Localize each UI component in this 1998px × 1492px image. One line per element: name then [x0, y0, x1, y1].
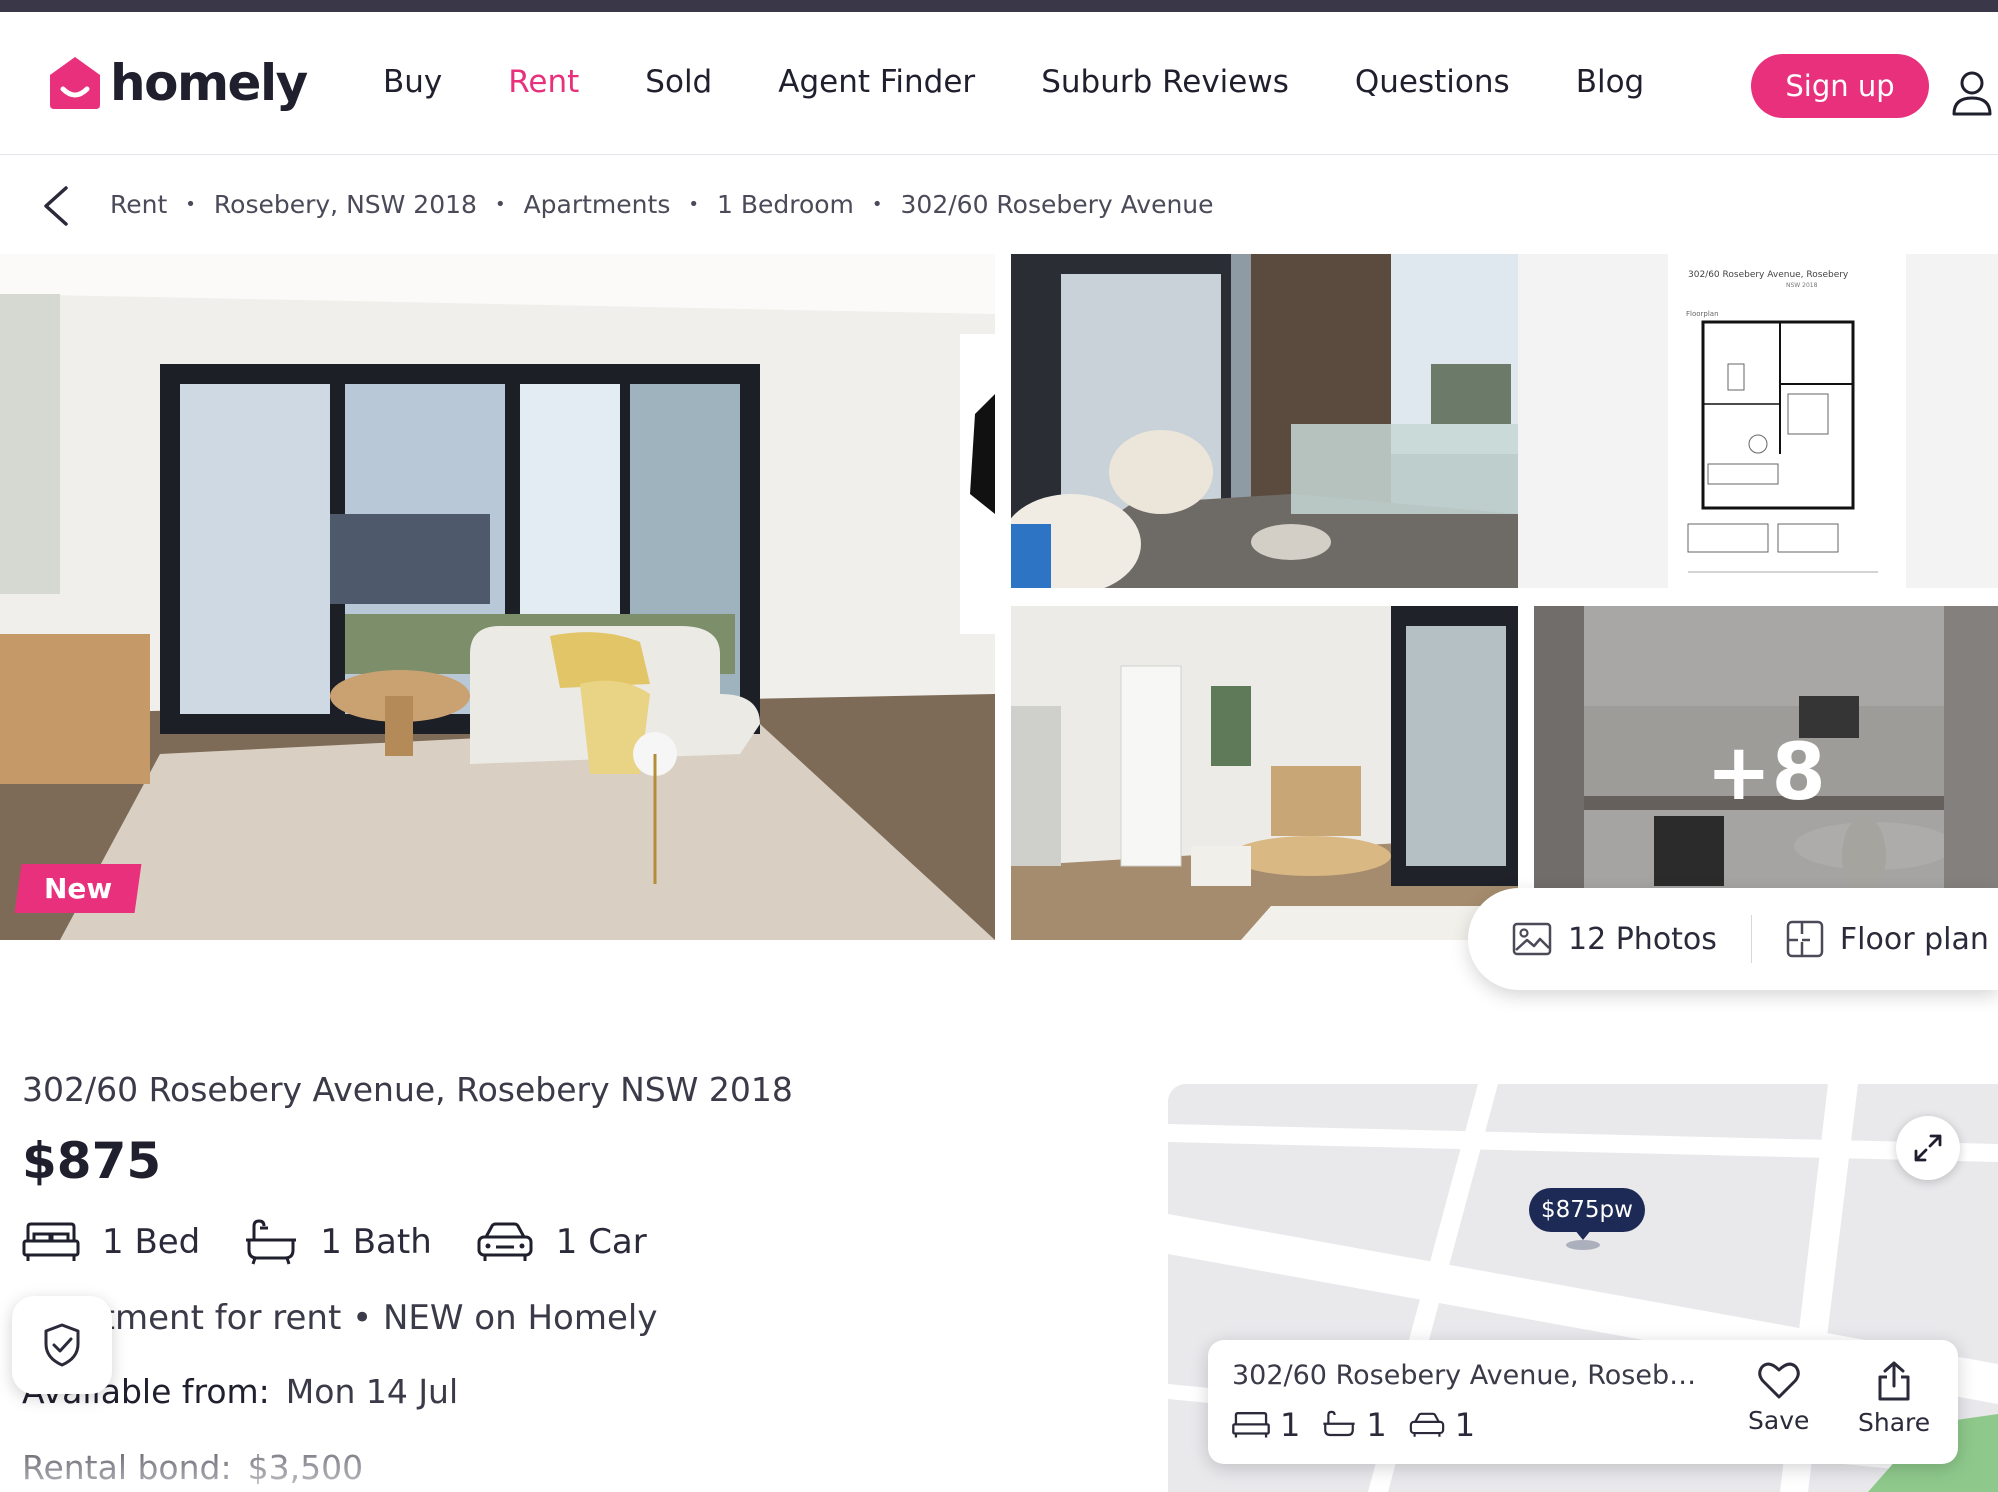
breadcrumb-rent[interactable]: Rent [110, 190, 167, 219]
rental-bond-label: Rental bond: [22, 1448, 232, 1487]
nav-buy[interactable]: Buy [383, 64, 442, 100]
photos-label: 12 Photos [1568, 921, 1717, 957]
map-expand-button[interactable] [1896, 1116, 1960, 1180]
floorplan-sheet: 302/60 Rosebery Avenue, Rosebery NSW 201… [1668, 254, 1906, 588]
safety-shield-button[interactable] [12, 1296, 112, 1394]
bed-icon [1232, 1412, 1270, 1438]
save-label: Save [1748, 1406, 1810, 1435]
interior-image [1011, 606, 1518, 940]
heart-icon [1757, 1362, 1800, 1399]
beds-label: 1 Bed [102, 1222, 201, 1262]
cars-label: 1 Car [555, 1222, 647, 1262]
brand-name: homely [110, 54, 308, 112]
nav-sold[interactable]: Sold [645, 64, 712, 100]
breadcrumb-separator: • [494, 194, 506, 215]
homely-house-icon [50, 57, 100, 109]
map-card-baths: 1 [1322, 1406, 1387, 1444]
bed-icon [22, 1222, 80, 1261]
photo-balcony[interactable] [1011, 254, 1518, 588]
map-card-cars: 1 [1409, 1406, 1475, 1444]
photo-interior[interactable] [1011, 606, 1518, 940]
map-pin-shadow [1566, 1240, 1600, 1250]
share-icon [1878, 1361, 1910, 1401]
map-pin-tail [1574, 1229, 1592, 1240]
expand-icon [1914, 1134, 1942, 1162]
car-icon [1409, 1412, 1444, 1437]
living-room-image [0, 254, 995, 940]
photos-button[interactable]: 12 Photos [1512, 922, 1717, 957]
map-card-baths-value: 1 [1366, 1406, 1387, 1444]
breadcrumb-current: 302/60 Rosebery Avenue [900, 190, 1214, 219]
map-card-address: 302/60 Rosebery Avenue, Rosebery NSW 201… [1232, 1360, 1712, 1391]
map-card-beds: 1 [1232, 1406, 1300, 1444]
map-card-beds-value: 1 [1280, 1406, 1301, 1444]
breadcrumb: Rent • Rosebery, NSW 2018 • Apartments •… [0, 156, 1998, 254]
bath-icon [1323, 1410, 1355, 1437]
nav-agent-finder[interactable]: Agent Finder [778, 64, 975, 100]
signup-button[interactable]: Sign up [1751, 54, 1929, 118]
balcony-image [1011, 254, 1518, 588]
back-chevron-icon[interactable] [38, 184, 74, 228]
listing-price: $875 [22, 1132, 162, 1190]
feature-cars: 1 Car [476, 1221, 647, 1263]
main-photo-living-room[interactable]: New [0, 254, 995, 940]
main-nav: Buy Rent Sold Agent Finder Suburb Review… [383, 64, 1710, 100]
shield-check-icon [44, 1323, 80, 1367]
listing-features: 1 Bed 1 Bath 1 Car [22, 1218, 691, 1266]
share-label: Share [1858, 1408, 1931, 1437]
breadcrumb-separator: • [185, 194, 196, 215]
gallery-divider [1750, 915, 1752, 963]
rental-bond: Rental bond: $3,500 [22, 1448, 363, 1487]
floorplan-button[interactable]: Floor plan [1786, 920, 1989, 958]
feature-baths: 1 Bath [244, 1218, 432, 1266]
floorplan-label: Floor plan [1839, 921, 1989, 957]
nav-questions[interactable]: Questions [1355, 64, 1510, 100]
gallery-actions: 12 Photos Floor plan [1468, 888, 1998, 990]
available-from-value: Mon 14 Jul [285, 1372, 459, 1411]
feature-beds: 1 Bed [22, 1221, 200, 1263]
baths-label: 1 Bath [320, 1222, 432, 1262]
listing-type-line: Apartment for rent • NEW on Homely [22, 1298, 658, 1338]
breadcrumb-separator: • [871, 194, 883, 215]
homely-logo[interactable]: homely [48, 54, 308, 112]
map-price-pin[interactable]: $875pw [1529, 1188, 1645, 1232]
bath-icon [246, 1219, 297, 1265]
share-button[interactable]: Share [1858, 1360, 1930, 1437]
nav-blog[interactable]: Blog [1576, 64, 1645, 100]
nav-rent[interactable]: Rent [508, 64, 579, 100]
window-top-strip [0, 0, 1998, 12]
map-card-cars-value: 1 [1454, 1406, 1476, 1444]
site-header: homely Buy Rent Sold Agent Finder Suburb… [0, 12, 1998, 155]
breadcrumb-bedrooms[interactable]: 1 Bedroom [717, 190, 854, 219]
breadcrumb-separator: • [688, 194, 699, 215]
user-account-icon[interactable] [1951, 70, 1993, 116]
nav-suburb-reviews[interactable]: Suburb Reviews [1041, 64, 1289, 100]
breadcrumb-apartments[interactable]: Apartments [524, 190, 671, 219]
breadcrumb-suburb[interactable]: Rosebery, NSW 2018 [214, 190, 477, 219]
breadcrumb-list: Rent • Rosebery, NSW 2018 • Apartments •… [110, 190, 1214, 219]
map-card-features: 1 1 1 [1232, 1406, 1497, 1444]
image-icon [1512, 922, 1552, 956]
listing-address: 302/60 Rosebery Avenue, Rosebery NSW 201… [22, 1070, 793, 1109]
floorplan-icon [1786, 920, 1824, 958]
map-listing-card[interactable]: 302/60 Rosebery Avenue, Rosebery NSW 201… [1208, 1340, 1958, 1464]
new-badge: New [14, 864, 142, 913]
car-icon [477, 1222, 533, 1261]
photo-floorplan[interactable]: 302/60 Rosebery Avenue, Rosebery NSW 201… [1518, 254, 1998, 588]
photo-gallery: New 302/60 Rosebery Avenue, Rosebery NSW… [0, 254, 1998, 940]
save-button[interactable]: Save [1748, 1360, 1809, 1435]
floorplan-drawing [1687, 320, 1878, 573]
rental-bond-value: $3,500 [247, 1448, 364, 1487]
